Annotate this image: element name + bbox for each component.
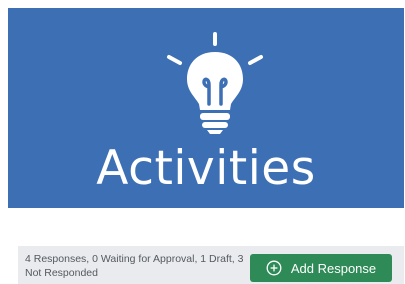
response-summary: 4 Responses, 0 Waiting for Approval, 1 D… [25, 253, 244, 279]
plus-circle-icon [266, 260, 282, 276]
activities-page: Activities 4 Responses, 0 Waiting for Ap… [0, 0, 405, 284]
response-status-bar: 4 Responses, 0 Waiting for Approval, 1 D… [18, 246, 404, 284]
lightbulb-icon [167, 32, 263, 134]
add-response-button[interactable]: Add Response [250, 254, 392, 282]
banner-title: Activities [96, 141, 316, 196]
activities-banner: Activities [8, 8, 404, 208]
add-response-label: Add Response [290, 260, 377, 276]
